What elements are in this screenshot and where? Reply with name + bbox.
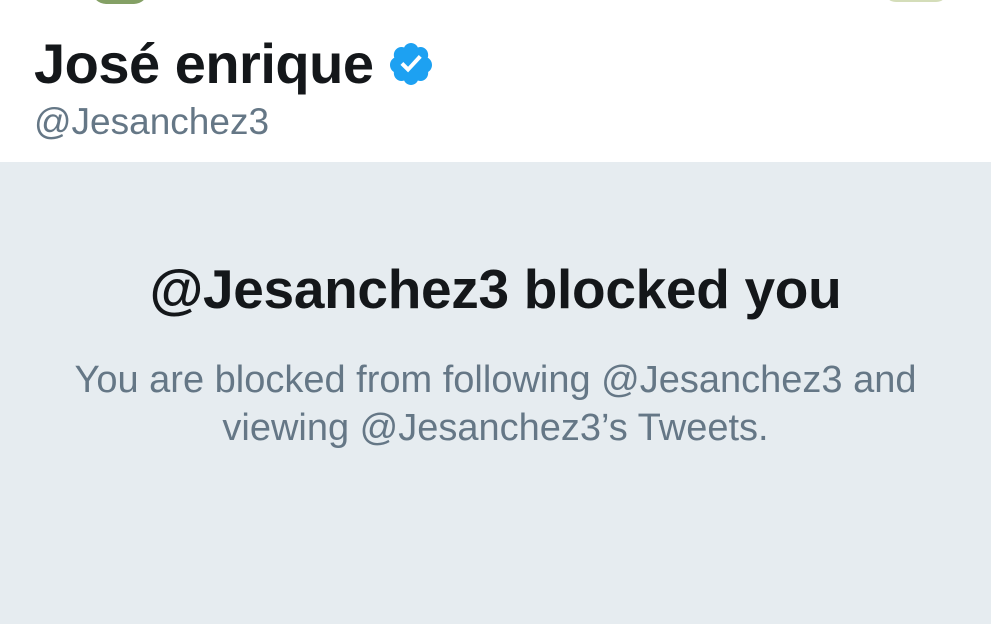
blocked-title: @Jesanchez3 blocked you [149, 258, 842, 320]
avatar[interactable] [92, 0, 148, 4]
header-image-edge [884, 0, 948, 2]
blocked-notice-panel: @Jesanchez3 blocked you You are blocked … [0, 162, 991, 624]
profile-handle: @Jesanchez3 [34, 101, 270, 142]
profile-header: José enrique @Jesanchez3 [0, 0, 991, 162]
name-row: José enrique [34, 32, 435, 96]
blocked-description: You are blocked from following @Jesanche… [74, 359, 917, 449]
profile-page: José enrique @Jesanchez3 @Jesanchez3 blo… [0, 0, 991, 624]
display-name: José enrique [34, 32, 374, 95]
verified-badge-icon [387, 40, 435, 88]
